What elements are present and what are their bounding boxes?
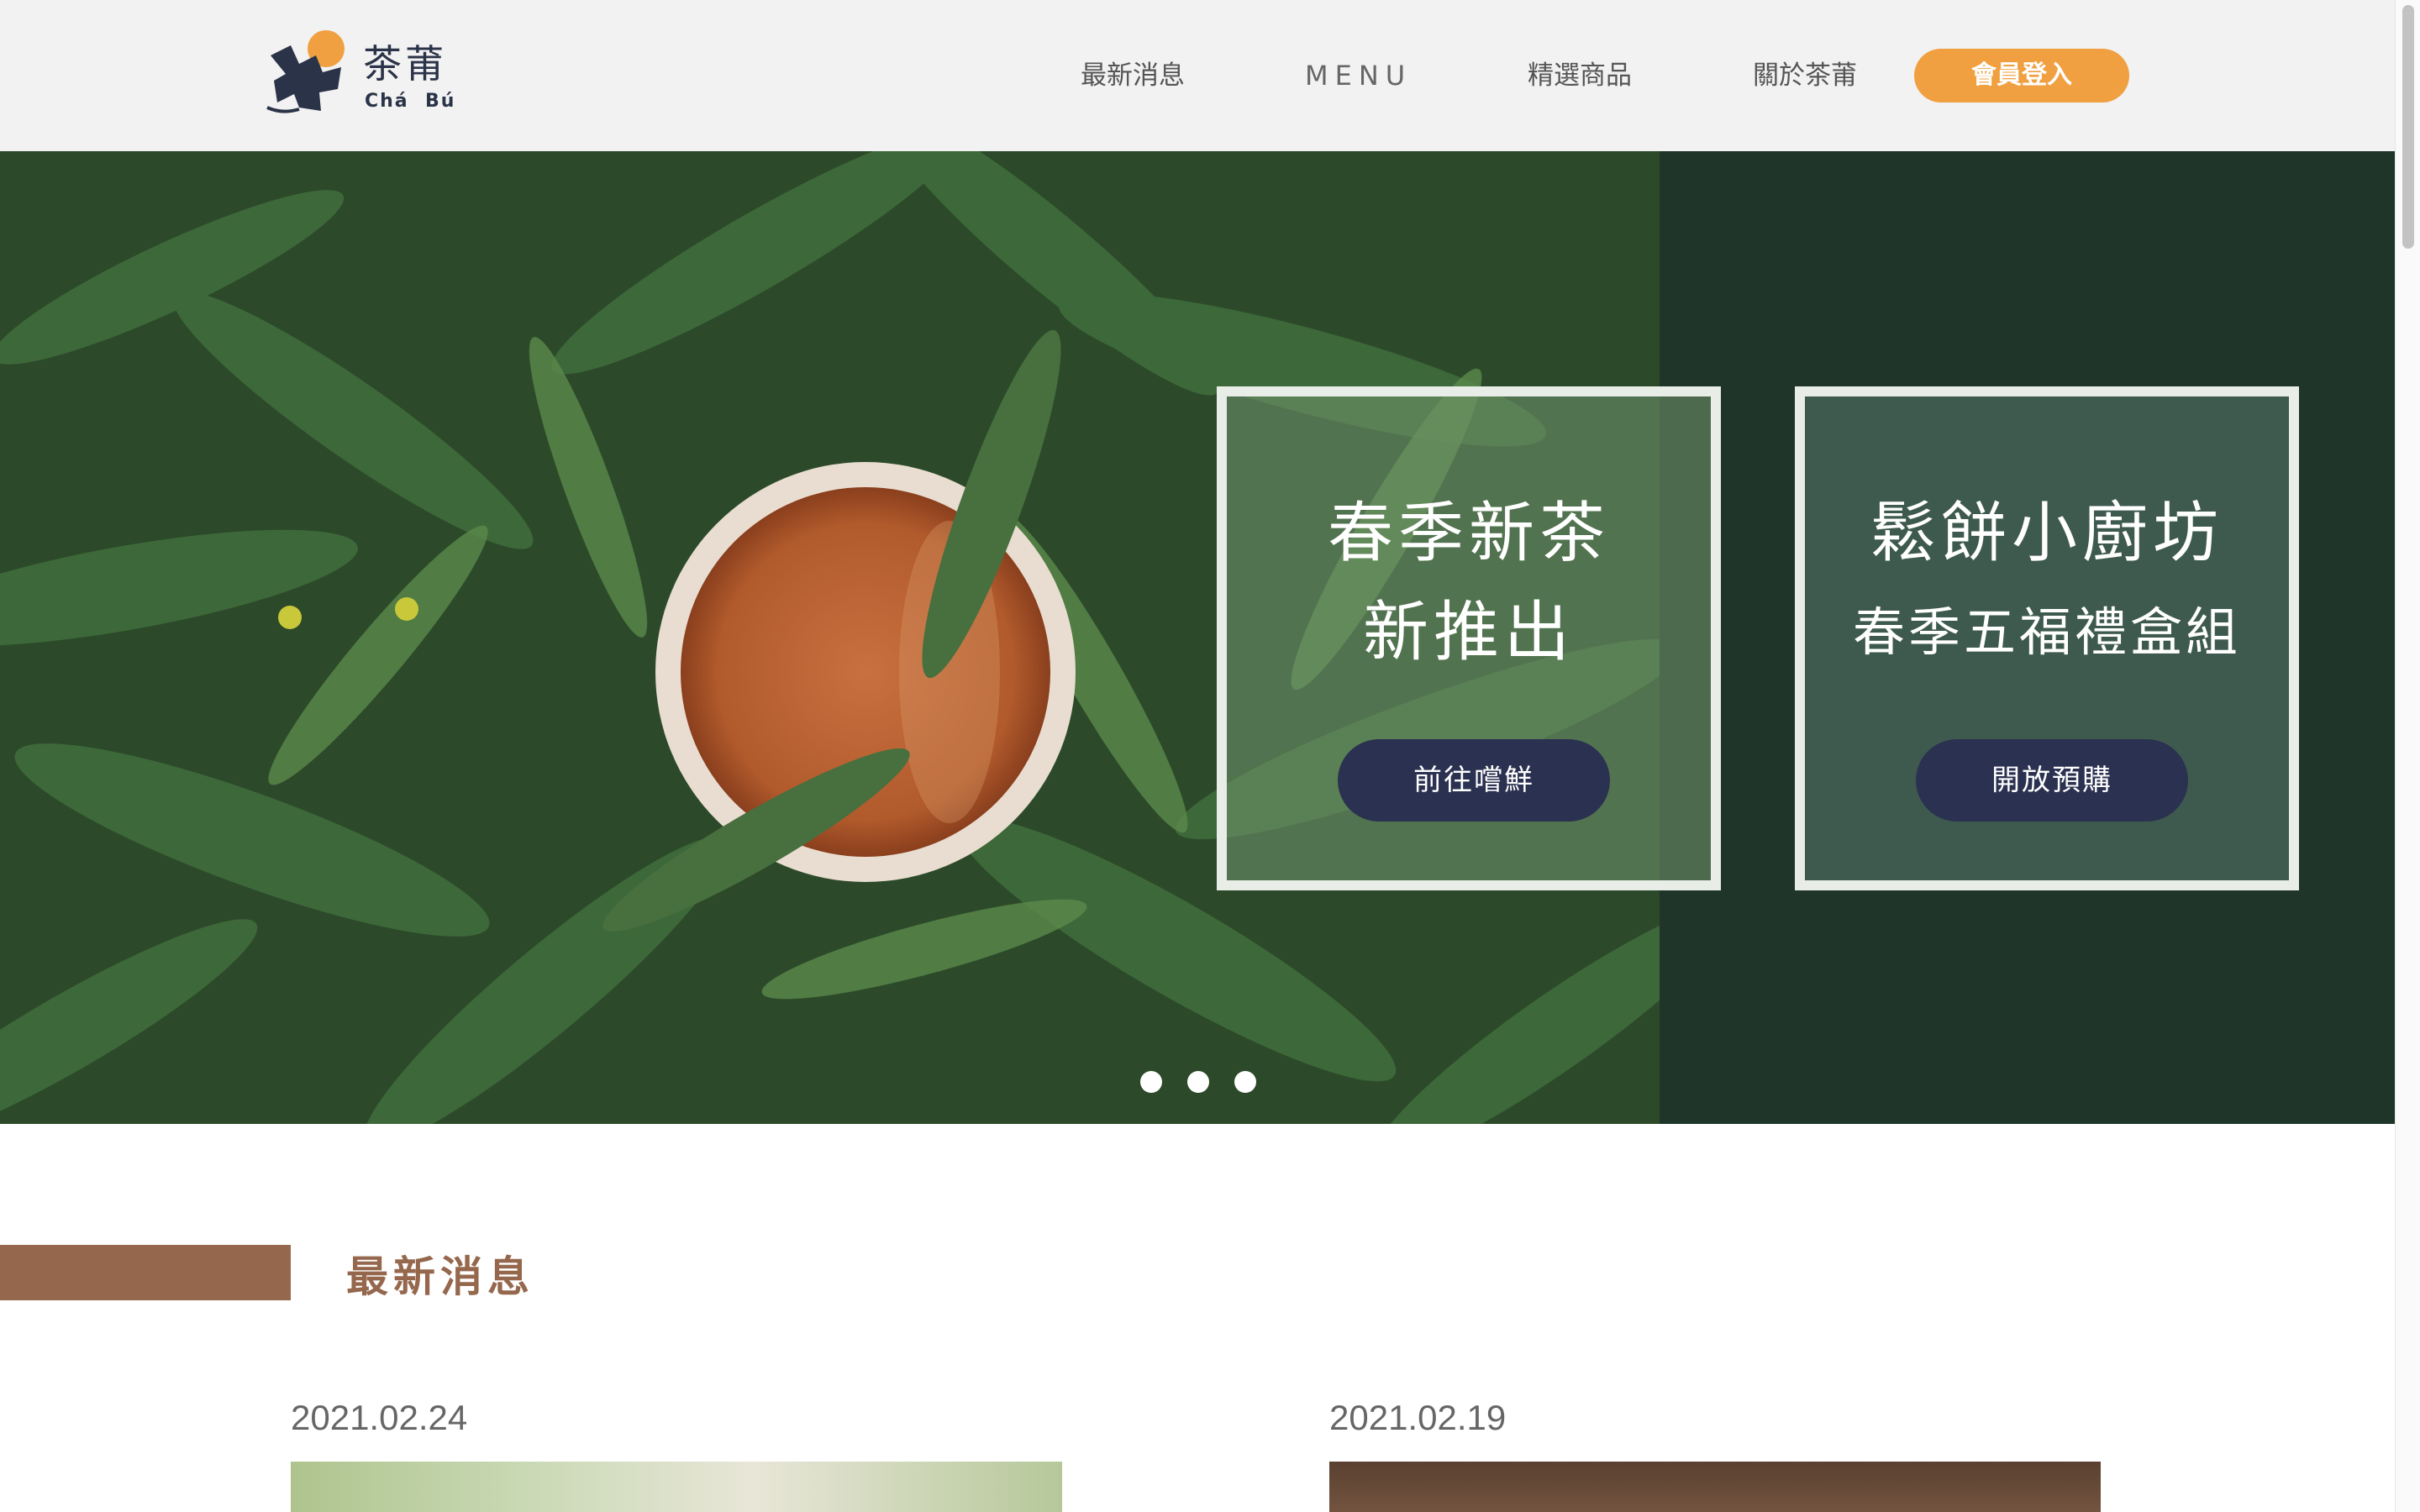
carousel-dot-2[interactable] [1187, 1071, 1209, 1093]
news-thumbnail[interactable] [291, 1462, 1062, 1512]
tea-leaf-logo-icon [266, 30, 345, 113]
promo-title: 鬆餅小廚坊 [1870, 496, 2223, 571]
promo-subtitle: 新推出 [1362, 595, 1575, 670]
news-card[interactable]: 2021.02.24 [291, 1394, 1064, 1512]
logo[interactable]: 茶莆 Chá Bú [266, 30, 459, 123]
preorder-button[interactable]: 開放預購 [1916, 739, 2188, 822]
carousel-dot-3[interactable] [1234, 1071, 1256, 1093]
nav-item-menu[interactable]: MENU [1305, 54, 1412, 97]
nav-item-about[interactable]: 關於茶莆 [1753, 54, 1857, 97]
site-header: 茶莆 Chá Bú 最新消息 MENU 精選商品 關於茶莆 會員登入 [0, 0, 2395, 151]
section-accent-bar [0, 1245, 291, 1300]
try-now-button[interactable]: 前往嚐鮮 [1338, 739, 1610, 822]
logo-english-text: Chá Bú [365, 91, 456, 112]
scrollbar-thumb[interactable] [2402, 5, 2414, 249]
section-title: 最新消息 [346, 1252, 534, 1301]
promo-title: 春季新茶 [1327, 496, 1610, 571]
news-date: 2021.02.24 [291, 1398, 468, 1437]
nav-item-news[interactable]: 最新消息 [1081, 54, 1185, 97]
promo-subtitle: 春季五福禮盒組 [1852, 601, 2241, 663]
hero-carousel: 春季新茶 新推出 前往嚐鮮 鬆餅小廚坊 春季五福禮盒組 開放預購 [0, 151, 2395, 1124]
member-login-button[interactable]: 會員登入 [1914, 49, 2129, 102]
carousel-dot-1[interactable] [1140, 1071, 1162, 1093]
promo-card-spring-tea: 春季新茶 新推出 前往嚐鮮 [1217, 386, 1721, 890]
news-card[interactable]: 2021.02.19 [1329, 1394, 2102, 1512]
vertical-scrollbar[interactable] [2395, 0, 2420, 1512]
news-thumbnail[interactable] [1329, 1462, 2101, 1512]
promo-card-pancake: 鬆餅小廚坊 春季五福禮盒組 開放預購 [1795, 386, 2299, 890]
news-date: 2021.02.19 [1329, 1398, 1507, 1437]
nav-item-products[interactable]: 精選商品 [1528, 54, 1632, 97]
logo-chinese-text: 茶莆 [363, 41, 447, 87]
